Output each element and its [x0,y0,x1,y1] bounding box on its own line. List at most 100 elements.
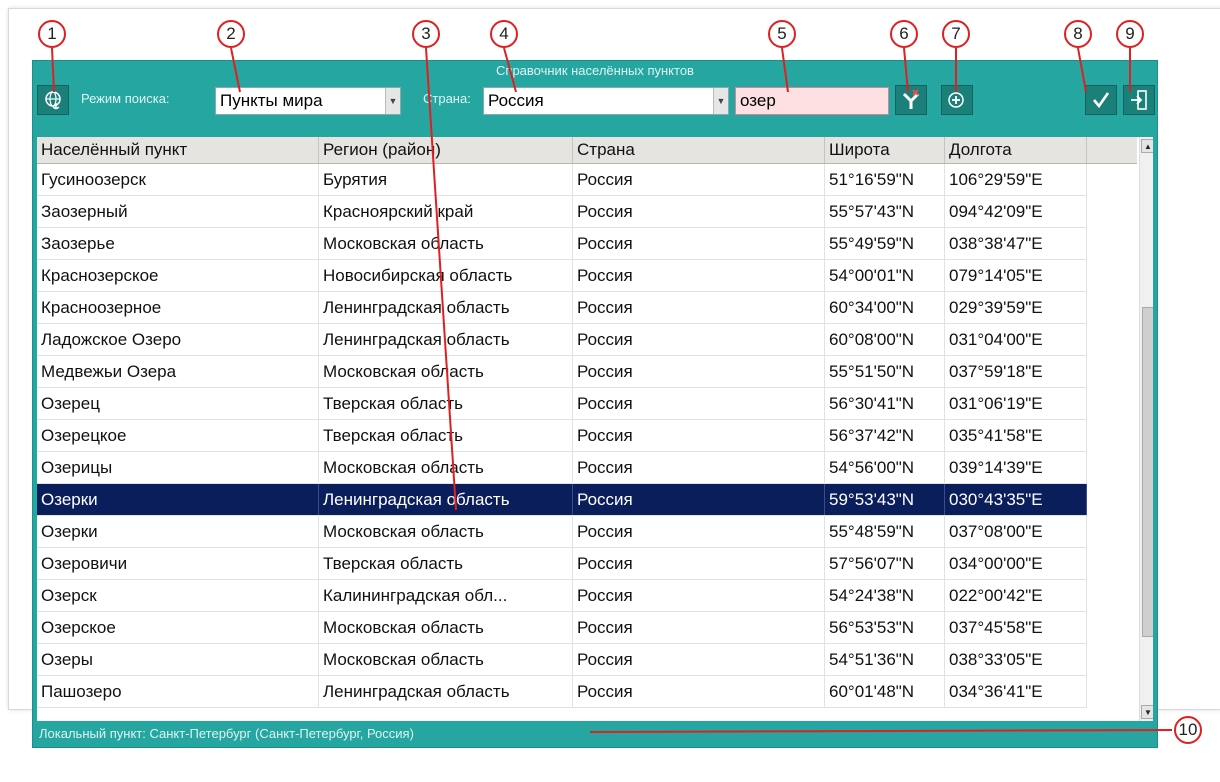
cell-region: Московская область [319,228,573,259]
column-header-spacer [1087,137,1137,163]
cell-country: Россия [573,676,825,707]
chevron-down-icon[interactable]: ▼ [385,88,400,114]
chevron-down-icon[interactable]: ▼ [713,88,728,114]
cell-region: Новосибирская область [319,260,573,291]
cell-country: Россия [573,356,825,387]
window-title: Справочник населённых пунктов [496,63,694,78]
cell-latitude: 56°53'53"N [825,612,945,643]
column-header-locality[interactable]: Населённый пункт [37,137,319,163]
cell-region: Тверская область [319,548,573,579]
search-mode-select[interactable]: Пункты мира ▼ [215,87,401,115]
cell-country: Россия [573,324,825,355]
cell-latitude: 55°51'50"N [825,356,945,387]
cell-longitude: 079°14'05"E [945,260,1087,291]
cell-country: Россия [573,580,825,611]
table-row[interactable]: Пашозеро Ленинградская область Россия 60°01… [37,676,1087,708]
cell-locality: Озерки [37,516,319,547]
exit-icon [1131,90,1147,110]
cell-country: Россия [573,644,825,675]
cell-latitude: 60°34'00"N [825,292,945,323]
country-select[interactable]: Россия ▼ [483,87,729,115]
table-row[interactable]: Озерки Московская область Россия 55°48'59"N… [37,516,1087,548]
scrollbar-thumb[interactable] [1142,307,1153,637]
cell-latitude: 55°48'59"N [825,516,945,547]
cell-latitude: 54°56'00"N [825,452,945,483]
table-row[interactable]: Озеры Московская область Россия 54°51'36"N 0… [37,644,1087,676]
scroll-down-icon[interactable]: ▼ [1141,705,1153,719]
column-header-longitude[interactable]: Долгота [945,137,1087,163]
add-location-button[interactable] [941,85,973,115]
cell-locality: Медвежьи Озера [37,356,319,387]
table-row[interactable]: Озерское Московская область Россия 56°53'53… [37,612,1087,644]
cell-latitude: 55°49'59"N [825,228,945,259]
cell-locality: Красноозерное [37,292,319,323]
callout-7: 7 [942,20,970,48]
table-row[interactable]: Медвежьи Озера Московская область Россия 55… [37,356,1087,388]
cell-region: Ленинградская область [319,484,573,515]
cell-longitude: 037°59'18"E [945,356,1087,387]
cell-latitude: 60°01'48"N [825,676,945,707]
cell-country: Россия [573,292,825,323]
cell-latitude: 54°24'38"N [825,580,945,611]
callout-9: 9 [1116,20,1144,48]
table-row[interactable]: Ладожское Озеро Ленинградская область Росс… [37,324,1087,356]
cell-latitude: 59°53'43"N [825,484,945,515]
table-row[interactable]: Краснозерское Новосибирская область Россия… [37,260,1087,292]
table-row[interactable]: Озерск Калининградская обл... Россия 54°24'… [37,580,1087,612]
scroll-up-icon[interactable]: ▲ [1141,139,1153,153]
cell-longitude: 039°14'39"E [945,452,1087,483]
cell-longitude: 030°43'35"E [945,484,1087,515]
cell-country: Россия [573,196,825,227]
cell-longitude: 022°00'42"E [945,580,1087,611]
cell-region: Московская область [319,612,573,643]
callout-1: 1 [38,20,66,48]
cell-country: Россия [573,388,825,419]
table-row[interactable]: Озерецкое Тверская область Россия 56°37'42"… [37,420,1087,452]
cell-region: Калининградская обл... [319,580,573,611]
column-header-country[interactable]: Страна [573,137,825,163]
locality-directory-window: Справочник населённых пунктов Режим поис… [32,60,1158,748]
cell-country: Россия [573,260,825,291]
search-input[interactable]: озер [735,87,889,115]
cell-country: Россия [573,548,825,579]
cell-longitude: 031°04'00"E [945,324,1087,355]
ok-button[interactable] [1085,85,1117,115]
cell-latitude: 55°57'43"N [825,196,945,227]
exit-button[interactable] [1123,85,1155,115]
cell-region: Ленинградская область [319,676,573,707]
table-row[interactable]: Озеровичи Тверская область Россия 57°56'07"… [37,548,1087,580]
add-location-icon [948,92,964,108]
cell-locality: Пашозеро [37,676,319,707]
cell-country: Россия [573,420,825,451]
clear-filter-button[interactable] [895,85,927,115]
column-header-region[interactable]: Регион (район) [319,137,573,163]
table-row[interactable]: Озерец Тверская область Россия 56°30'41"N 03… [37,388,1087,420]
cell-region: Ленинградская область [319,324,573,355]
callout-5: 5 [768,20,796,48]
column-header-latitude[interactable]: Широта [825,137,945,163]
localities-table: Населённый пункт Регион (район) Страна Ш… [37,137,1153,721]
cell-region: Тверская область [319,388,573,419]
table-row[interactable]: Озерки Ленинградская область Россия 59°53'4… [37,484,1087,516]
cell-latitude: 56°30'41"N [825,388,945,419]
table-row[interactable]: Гусиноозерск Бурятия Россия 51°16'59"N 106°2… [37,164,1087,196]
vertical-scrollbar[interactable]: ▲ ▼ [1139,137,1153,721]
cell-locality: Заозерный [37,196,319,227]
filter-clear-icon [902,89,920,109]
table-row[interactable]: Заозерный Красноярский край Россия 55°57'43… [37,196,1087,228]
status-bar: Локальный пункт: Санкт-Петербург (Санкт-… [39,726,414,741]
cell-country: Россия [573,612,825,643]
callout-6: 6 [890,20,918,48]
cell-region: Московская область [319,516,573,547]
globe-anchor-button[interactable] [37,85,69,115]
table-row[interactable]: Озерицы Московская область Россия 54°56'00"… [37,452,1087,484]
table-row[interactable]: Заозерье Московская область Россия 55°49'59… [37,228,1087,260]
table-row[interactable]: Красноозерное Ленинградская область Россия… [37,292,1087,324]
cell-longitude: 094°42'09"E [945,196,1087,227]
cell-longitude: 037°08'00"E [945,516,1087,547]
cell-locality: Озерицы [37,452,319,483]
cell-locality: Краснозерское [37,260,319,291]
cell-locality: Ладожское Озеро [37,324,319,355]
cell-region: Ленинградская область [319,292,573,323]
cell-longitude: 106°29'59"E [945,164,1087,195]
